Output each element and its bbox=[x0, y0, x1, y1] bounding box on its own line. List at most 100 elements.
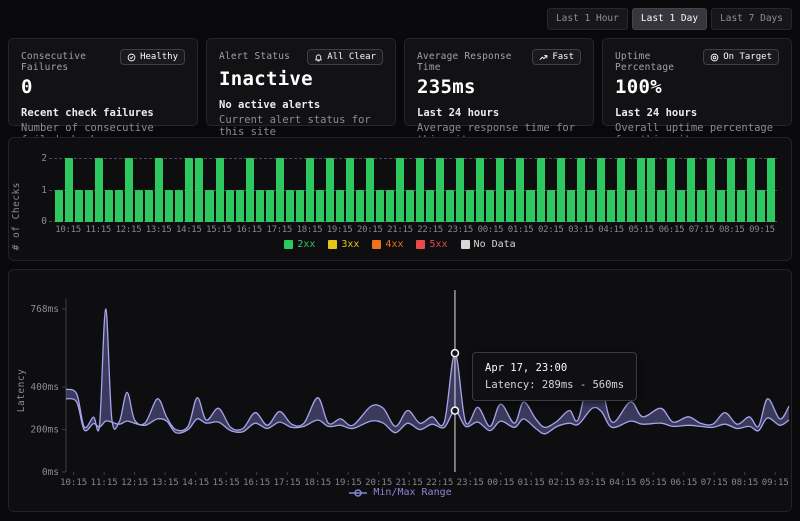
card-subtitle: Last 24 hours bbox=[615, 107, 779, 119]
bar-2xx[interactable] bbox=[95, 158, 103, 222]
bar-2xx[interactable] bbox=[767, 158, 775, 222]
bar-2xx[interactable] bbox=[416, 158, 424, 222]
legend-item-5xx[interactable]: 5xx bbox=[416, 239, 447, 250]
bar-2xx[interactable] bbox=[436, 158, 444, 222]
bar-2xx[interactable] bbox=[647, 158, 655, 222]
bar-2xx[interactable] bbox=[707, 158, 715, 222]
bar-2xx[interactable] bbox=[135, 190, 143, 222]
bar-2xx[interactable] bbox=[637, 158, 645, 222]
bar-2xx[interactable] bbox=[597, 158, 605, 222]
card-subtitle: Last 24 hours bbox=[417, 107, 581, 119]
bar-2xx[interactable] bbox=[577, 158, 585, 222]
bar-2xx[interactable] bbox=[617, 158, 625, 222]
bar-2xx[interactable] bbox=[526, 190, 534, 222]
bar-2xx[interactable] bbox=[226, 190, 234, 222]
bar-2xx[interactable] bbox=[256, 190, 264, 222]
bar-2xx[interactable] bbox=[125, 158, 133, 222]
bar-2xx[interactable] bbox=[506, 190, 514, 222]
bar-2xx[interactable] bbox=[296, 190, 304, 222]
x-tick-label: 21:15 bbox=[387, 225, 413, 235]
status-badge-all-clear: All Clear bbox=[307, 49, 383, 65]
bar-2xx[interactable] bbox=[216, 158, 224, 222]
time-range-group: Last 1 Hour Last 1 Day Last 7 Days bbox=[547, 8, 792, 30]
bar-2xx[interactable] bbox=[155, 158, 163, 222]
bar-2xx[interactable] bbox=[486, 190, 494, 222]
bar-2xx[interactable] bbox=[175, 190, 183, 222]
bar-2xx[interactable] bbox=[276, 158, 284, 222]
bar-2xx[interactable] bbox=[326, 158, 334, 222]
bar-2xx[interactable] bbox=[195, 158, 203, 222]
legend-item-3xx[interactable]: 3xx bbox=[328, 239, 359, 250]
legend-item-4xx[interactable]: 4xx bbox=[372, 239, 403, 250]
tooltip-latency-range: Latency: 289ms - 560ms bbox=[485, 379, 624, 391]
bar-2xx[interactable] bbox=[446, 190, 454, 222]
legend-label: 3xx bbox=[341, 239, 359, 250]
range-button-1-hour[interactable]: Last 1 Hour bbox=[547, 8, 628, 30]
bar-2xx[interactable] bbox=[627, 190, 635, 222]
bar-2xx[interactable] bbox=[75, 190, 83, 222]
legend-item-no-data[interactable]: No Data bbox=[461, 239, 516, 250]
bar-2xx[interactable] bbox=[476, 158, 484, 222]
bar-2xx[interactable] bbox=[396, 158, 404, 222]
bar-2xx[interactable] bbox=[185, 158, 193, 222]
bar-2xx[interactable] bbox=[316, 190, 324, 222]
bar-2xx[interactable] bbox=[306, 158, 314, 222]
legend-item-2xx[interactable]: 2xx bbox=[284, 239, 315, 250]
bar-2xx[interactable] bbox=[737, 190, 745, 222]
bar-2xx[interactable] bbox=[567, 190, 575, 222]
bar-2xx[interactable] bbox=[165, 190, 173, 222]
bar-2xx[interactable] bbox=[236, 190, 244, 222]
bar-2xx[interactable] bbox=[587, 190, 595, 222]
bar-2xx[interactable] bbox=[516, 158, 524, 222]
bar-2xx[interactable] bbox=[286, 190, 294, 222]
x-tick-label: 08:15 bbox=[731, 478, 758, 487]
bar-2xx[interactable] bbox=[757, 190, 765, 222]
x-tick-label: 00:15 bbox=[487, 478, 514, 487]
bar-2xx[interactable] bbox=[727, 158, 735, 222]
bar-2xx[interactable] bbox=[667, 158, 675, 222]
bar-2xx[interactable] bbox=[346, 158, 354, 222]
bar-2xx[interactable] bbox=[557, 158, 565, 222]
checks-plot-area[interactable]: 2 1 0 bbox=[53, 158, 777, 222]
target-icon bbox=[710, 53, 719, 62]
bar-2xx[interactable] bbox=[547, 190, 555, 222]
bar-2xx[interactable] bbox=[697, 190, 705, 222]
bar-2xx[interactable] bbox=[687, 158, 695, 222]
bar-2xx[interactable] bbox=[246, 158, 254, 222]
latency-chart[interactable]: Latency0ms200ms400ms768ms10:1511:1512:15… bbox=[9, 274, 791, 487]
legend-swatch bbox=[461, 240, 470, 249]
bar-2xx[interactable] bbox=[657, 190, 665, 222]
bar-2xx[interactable] bbox=[105, 190, 113, 222]
card-consecutive-failures: Consecutive Failures Healthy 0 Recent ch… bbox=[8, 38, 198, 126]
bar-2xx[interactable] bbox=[406, 190, 414, 222]
bar-2xx[interactable] bbox=[145, 190, 153, 222]
bar-2xx[interactable] bbox=[115, 190, 123, 222]
bar-2xx[interactable] bbox=[65, 158, 73, 222]
bar-2xx[interactable] bbox=[717, 190, 725, 222]
range-button-7-days[interactable]: Last 7 Days bbox=[711, 8, 792, 30]
bar-2xx[interactable] bbox=[537, 158, 545, 222]
status-badge-healthy: Healthy bbox=[120, 49, 185, 65]
x-tick-label: 13:15 bbox=[146, 225, 172, 235]
bar-2xx[interactable] bbox=[747, 158, 755, 222]
range-button-1-day[interactable]: Last 1 Day bbox=[632, 8, 707, 30]
bar-2xx[interactable] bbox=[456, 158, 464, 222]
checks-legend: 2xx 3xx 4xx 5xx No Data bbox=[17, 239, 783, 250]
bar-2xx[interactable] bbox=[496, 158, 504, 222]
x-tick-label: 15:15 bbox=[206, 225, 232, 235]
bar-2xx[interactable] bbox=[607, 190, 615, 222]
bar-2xx[interactable] bbox=[466, 190, 474, 222]
bar-2xx[interactable] bbox=[366, 158, 374, 222]
bar-2xx[interactable] bbox=[426, 190, 434, 222]
bar-2xx[interactable] bbox=[205, 190, 213, 222]
bar-2xx[interactable] bbox=[386, 190, 394, 222]
latency-legend[interactable]: Min/Max Range bbox=[9, 487, 791, 498]
bar-2xx[interactable] bbox=[376, 190, 384, 222]
legend-label: 2xx bbox=[297, 239, 315, 250]
bar-2xx[interactable] bbox=[85, 190, 93, 222]
bar-2xx[interactable] bbox=[677, 190, 685, 222]
bar-2xx[interactable] bbox=[266, 190, 274, 222]
bar-2xx[interactable] bbox=[356, 190, 364, 222]
bar-2xx[interactable] bbox=[336, 190, 344, 222]
bar-2xx[interactable] bbox=[55, 190, 63, 222]
